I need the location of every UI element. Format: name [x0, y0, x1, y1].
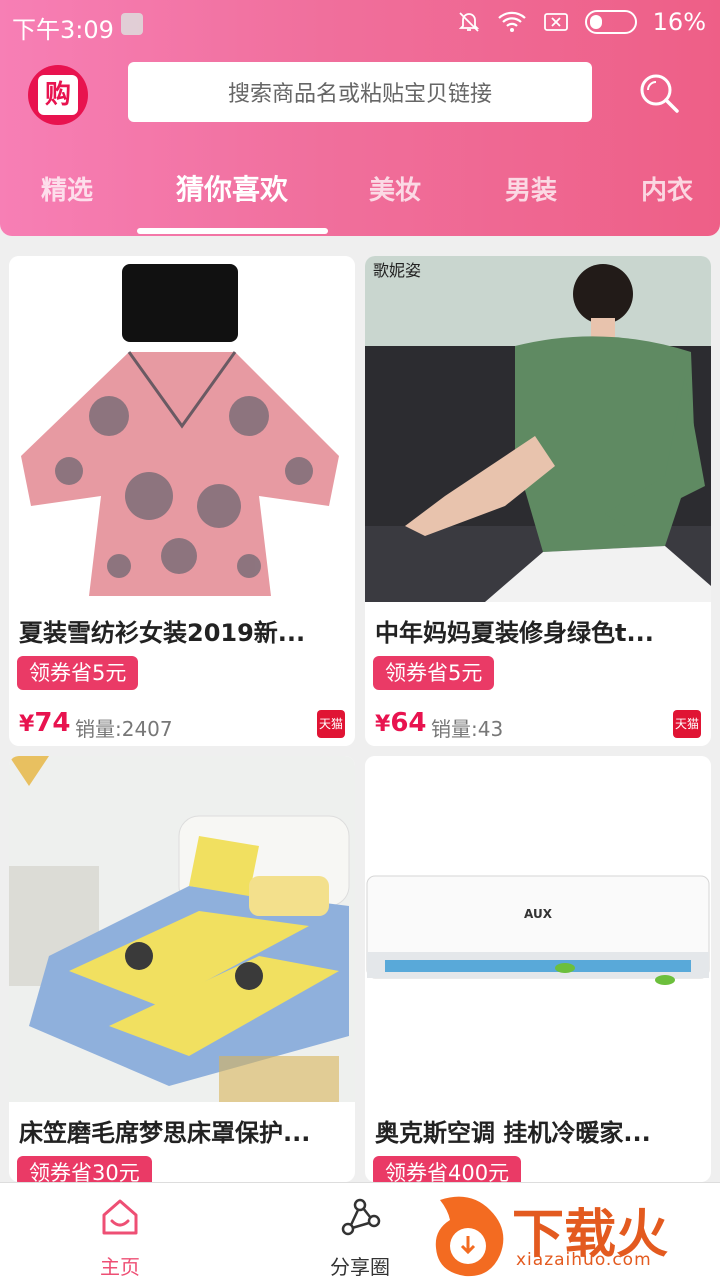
product-image[interactable]: AUX: [365, 756, 711, 1102]
coupon-badge[interactable]: 领券省5元: [373, 656, 495, 690]
tab-beauty[interactable]: 美妆: [369, 170, 421, 207]
price-symbol: ¥: [375, 712, 391, 737]
tab-underwear[interactable]: 内衣: [641, 170, 693, 207]
active-tab-indicator: [137, 228, 328, 234]
header: 下午3:09 16% 购 搜索商品名或粘贴宝贝链接 精选 猜你喜欢 美妆 男装 …: [0, 0, 720, 236]
nav-share-label: 分享圈: [330, 1255, 390, 1279]
mute-icon: [458, 12, 479, 32]
price-symbol: ¥: [19, 712, 35, 737]
nav-home-label: 主页: [100, 1255, 140, 1279]
wifi-icon: [497, 11, 526, 32]
product-card[interactable]: AUX 奥克斯空调 挂机冷暖家... 领券省400元: [365, 756, 711, 1182]
product-title: 奥克斯空调 挂机冷暖家...: [375, 1119, 651, 1147]
flame-logo-icon: [435, 1196, 504, 1277]
nav-home[interactable]: 主页: [50, 1183, 190, 1280]
product-image[interactable]: [9, 256, 355, 602]
status-icons: 16%: [457, 8, 706, 36]
logo-glyph: 购: [38, 75, 78, 115]
watermark-url: xiazaihuo.com: [516, 1250, 652, 1270]
product-image[interactable]: 歌妮姿: [365, 256, 711, 602]
product-image[interactable]: [9, 756, 355, 1102]
product-title: 夏装雪纺衫女装2019新...: [19, 619, 306, 647]
watermark-logo: 下载火 xiazaihuo.com: [430, 1190, 720, 1280]
brand-caption: AUX: [524, 907, 553, 921]
product-card[interactable]: 歌妮姿 中年妈妈夏装修身绿色t... 领券省5元 ¥64 销量:43 天猫: [365, 256, 711, 746]
tmall-icon: 天猫: [317, 710, 345, 738]
product-price: ¥74: [19, 708, 71, 738]
tab-guess-you-like[interactable]: 猜你喜欢: [176, 168, 288, 208]
sales-count: 销量:43: [431, 717, 504, 741]
product-card[interactable]: 夏装雪纺衫女装2019新... 领券省5元 ¥74 销量:2407 天猫: [9, 256, 355, 746]
app-logo[interactable]: 购: [28, 65, 88, 125]
battery-icon: [584, 10, 637, 34]
status-bar: 下午3:09 16%: [0, 0, 720, 50]
search-icon[interactable]: [636, 70, 682, 116]
sales-count: 销量:2407: [75, 717, 173, 741]
search-input[interactable]: 搜索商品名或粘贴宝贝链接: [128, 62, 592, 122]
share-icon: [341, 1198, 381, 1236]
product-title: 中年妈妈夏装修身绿色t...: [375, 619, 654, 647]
tab-menswear[interactable]: 男装: [505, 170, 557, 207]
nav-share-circle[interactable]: 分享圈: [290, 1183, 430, 1280]
coupon-badge[interactable]: 领券省5元: [17, 656, 139, 690]
brand-caption: 歌妮姿: [373, 261, 421, 280]
tab-featured[interactable]: 精选: [41, 170, 93, 207]
category-tabs: 精选 猜你喜欢 美妆 男装 内衣: [0, 160, 720, 234]
product-card[interactable]: 床笠磨毛席梦思床罩保护... 领券省30元: [9, 756, 355, 1182]
search-placeholder: 搜索商品名或粘贴宝贝链接: [227, 82, 492, 107]
price-value: 74: [34, 708, 71, 738]
price-value: 64: [390, 708, 427, 738]
status-time: 下午3:09: [12, 16, 114, 44]
coupon-badge[interactable]: 领券省30元: [17, 1156, 152, 1182]
home-icon: [102, 1199, 138, 1235]
notification-icon: [121, 13, 143, 35]
product-title: 床笠磨毛席梦思床罩保护...: [19, 1119, 311, 1147]
tmall-icon: 天猫: [673, 710, 701, 738]
no-sim-icon: [543, 13, 568, 31]
battery-level: 16%: [652, 8, 706, 36]
coupon-badge[interactable]: 领券省400元: [373, 1156, 522, 1182]
product-price: ¥64: [375, 708, 427, 738]
